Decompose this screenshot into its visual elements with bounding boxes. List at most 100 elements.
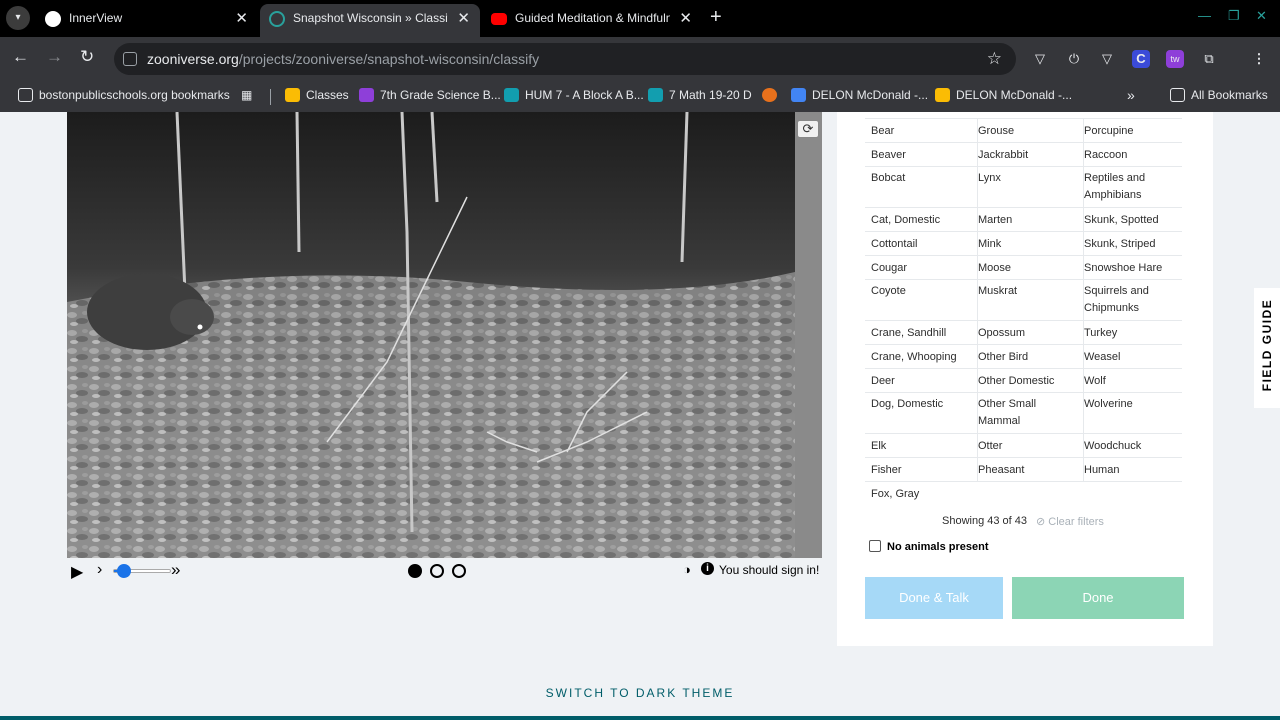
folder-icon (1170, 88, 1185, 102)
species-choice[interactable]: Porcupine (1083, 119, 1181, 143)
bookmark-classes[interactable]: Classes (285, 87, 349, 103)
slider-knob[interactable] (116, 564, 131, 578)
species-choice[interactable]: Wolf (1083, 369, 1181, 393)
rotate-icon[interactable]: ⟳ (797, 120, 819, 138)
species-choice[interactable]: Beaver (871, 143, 969, 167)
species-choice[interactable]: Fox, Gray (871, 482, 969, 506)
species-choice[interactable]: Other Domestic (977, 369, 1075, 393)
no-animals-label[interactable]: No animals present (887, 541, 988, 553)
close-icon[interactable]: ✕ (457, 4, 470, 33)
bookmark-basketball[interactable] (762, 87, 783, 103)
species-choice[interactable]: Bear (871, 119, 969, 143)
species-choice[interactable]: Raccoon (1083, 143, 1181, 167)
species-choice[interactable]: Pheasant (977, 458, 1075, 482)
play-icon[interactable]: ▶ (71, 562, 83, 582)
species-row: Fox, Gray (865, 481, 1182, 505)
species-choice[interactable]: Grouse (977, 119, 1075, 143)
extensions-puzzle-icon[interactable]: ⧉ (1200, 50, 1218, 68)
species-choice[interactable]: Skunk, Striped (1083, 232, 1181, 256)
tw-extension-icon[interactable]: tw (1166, 50, 1184, 68)
shield-extension-icon[interactable]: ▽ (1098, 50, 1116, 68)
species-choice[interactable]: Coyote (871, 280, 969, 321)
classroom-icon (504, 88, 519, 102)
browser-menu-icon[interactable]: ⋮ (1250, 50, 1268, 68)
c-extension-icon[interactable]: C (1132, 50, 1150, 68)
bookmark-delon-docs[interactable]: DELON McDonald -... (791, 87, 928, 103)
more-bookmarks-chevron-icon[interactable]: » (1127, 87, 1135, 103)
tab-guided-meditation[interactable]: Guided Meditation & Mindfulne ✕ (482, 4, 702, 37)
tab-search-button[interactable]: ▾ (6, 6, 30, 30)
species-choice[interactable]: Weasel (1083, 345, 1181, 369)
forward-button[interactable]: → (46, 47, 63, 67)
species-choice[interactable]: Turkey (1083, 321, 1181, 345)
field-guide-tab[interactable]: FIELD GUIDE (1254, 288, 1280, 408)
species-choice[interactable]: Otter (977, 434, 1075, 458)
site-info-icon[interactable] (123, 52, 137, 66)
shield-extension-icon[interactable]: ▽ (1031, 50, 1049, 68)
species-row: Coyote Muskrat Squirrels and Chipmunks (865, 279, 1182, 321)
all-bookmarks[interactable]: All Bookmarks (1170, 87, 1268, 103)
back-button[interactable]: ← (12, 47, 29, 67)
species-choice[interactable]: Elk (871, 434, 969, 458)
frame-dot-1[interactable] (408, 564, 422, 578)
bookmark-7th-grade-science[interactable]: 7th Grade Science B... (359, 87, 501, 103)
no-animals-checkbox[interactable] (869, 540, 881, 552)
species-choice[interactable]: Cougar (871, 256, 969, 280)
bookmark-boston[interactable]: bostonpublicschools.org bookmarks (18, 87, 230, 103)
restore-icon[interactable]: ❐ (1228, 8, 1240, 24)
species-choice[interactable]: Muskrat (977, 280, 1075, 321)
fast-forward-icon[interactable]: » (171, 560, 180, 580)
step-forward-icon[interactable]: › (97, 561, 102, 579)
switch-dark-theme-button[interactable]: SWITCH TO DARK THEME (0, 686, 1280, 700)
species-choice[interactable]: Deer (871, 369, 969, 393)
power-extension-icon[interactable]: ⏻ (1065, 50, 1083, 68)
apps-grid-icon[interactable]: ▦ (241, 87, 252, 103)
species-choice[interactable]: Other Bird (977, 345, 1075, 369)
frame-dot-3[interactable] (452, 564, 466, 578)
reload-button[interactable]: ↻ (80, 47, 94, 67)
bookmark-7-math[interactable]: 7 Math 19-20 D (648, 87, 752, 103)
new-tab-button[interactable]: + (710, 6, 722, 29)
species-choice[interactable]: Woodchuck (1083, 434, 1181, 458)
species-choice[interactable]: Dog, Domestic (871, 393, 969, 434)
species-choice[interactable]: Snowshoe Hare (1083, 256, 1181, 280)
species-choice[interactable]: Human (1083, 458, 1181, 482)
bookmark-delon-slides[interactable]: DELON McDonald -... (935, 87, 1072, 103)
species-choice[interactable]: Jackrabbit (977, 143, 1075, 167)
species-choice[interactable]: Fisher (871, 458, 969, 482)
species-choice[interactable]: Wolverine (1083, 393, 1181, 434)
bookmark-star-icon[interactable]: ☆ (987, 49, 1002, 69)
close-icon[interactable]: ✕ (679, 4, 692, 33)
tab-snapshot-wisconsin[interactable]: Snapshot Wisconsin » Classify ✕ (260, 4, 480, 37)
close-window-icon[interactable]: ✕ (1256, 8, 1267, 24)
camera-trap-image[interactable] (67, 112, 795, 558)
species-choice[interactable]: Moose (977, 256, 1075, 280)
minimize-icon[interactable]: — (1198, 8, 1211, 23)
frame-dot-2[interactable] (430, 564, 444, 578)
species-choice[interactable]: Squirrels and Chipmunks (1083, 280, 1181, 321)
species-choice[interactable]: Other Small Mammal (977, 393, 1075, 434)
species-choice[interactable]: Opossum (977, 321, 1075, 345)
done-button[interactable]: Done (1012, 577, 1184, 619)
species-choice[interactable]: Marten (977, 208, 1075, 232)
species-choice[interactable]: Crane, Sandhill (871, 321, 969, 345)
species-choice[interactable]: Cat, Domestic (871, 208, 969, 232)
close-icon[interactable]: ✕ (235, 4, 248, 33)
invert-contrast-icon[interactable]: ◑ (683, 562, 691, 577)
species-choice[interactable]: Reptiles and Amphibians (1083, 167, 1181, 208)
tab-innerview[interactable]: InnerView ✕ (36, 4, 258, 37)
species-choice[interactable]: Lynx (977, 167, 1075, 208)
species-choice[interactable]: Crane, Whooping (871, 345, 969, 369)
species-row: Cougar Moose Snowshoe Hare (865, 255, 1182, 280)
species-choice[interactable]: Skunk, Spotted (1083, 208, 1181, 232)
tab-strip: ▾ InnerView ✕ Snapshot Wisconsin » Class… (0, 0, 1280, 37)
address-bar[interactable]: zooniverse.org/projects/zooniverse/snaps… (114, 43, 1016, 75)
bookmark-hum7[interactable]: HUM 7 - A Block A B... (504, 87, 644, 103)
species-choice[interactable]: Mink (977, 232, 1075, 256)
info-icon[interactable]: i (701, 562, 714, 575)
classroom-icon (648, 88, 663, 102)
species-choice[interactable]: Bobcat (871, 167, 969, 208)
done-and-talk-button[interactable]: Done & Talk (865, 577, 1003, 619)
clear-filters-button[interactable]: ⊘ Clear filters (1036, 515, 1104, 528)
species-choice[interactable]: Cottontail (871, 232, 969, 256)
